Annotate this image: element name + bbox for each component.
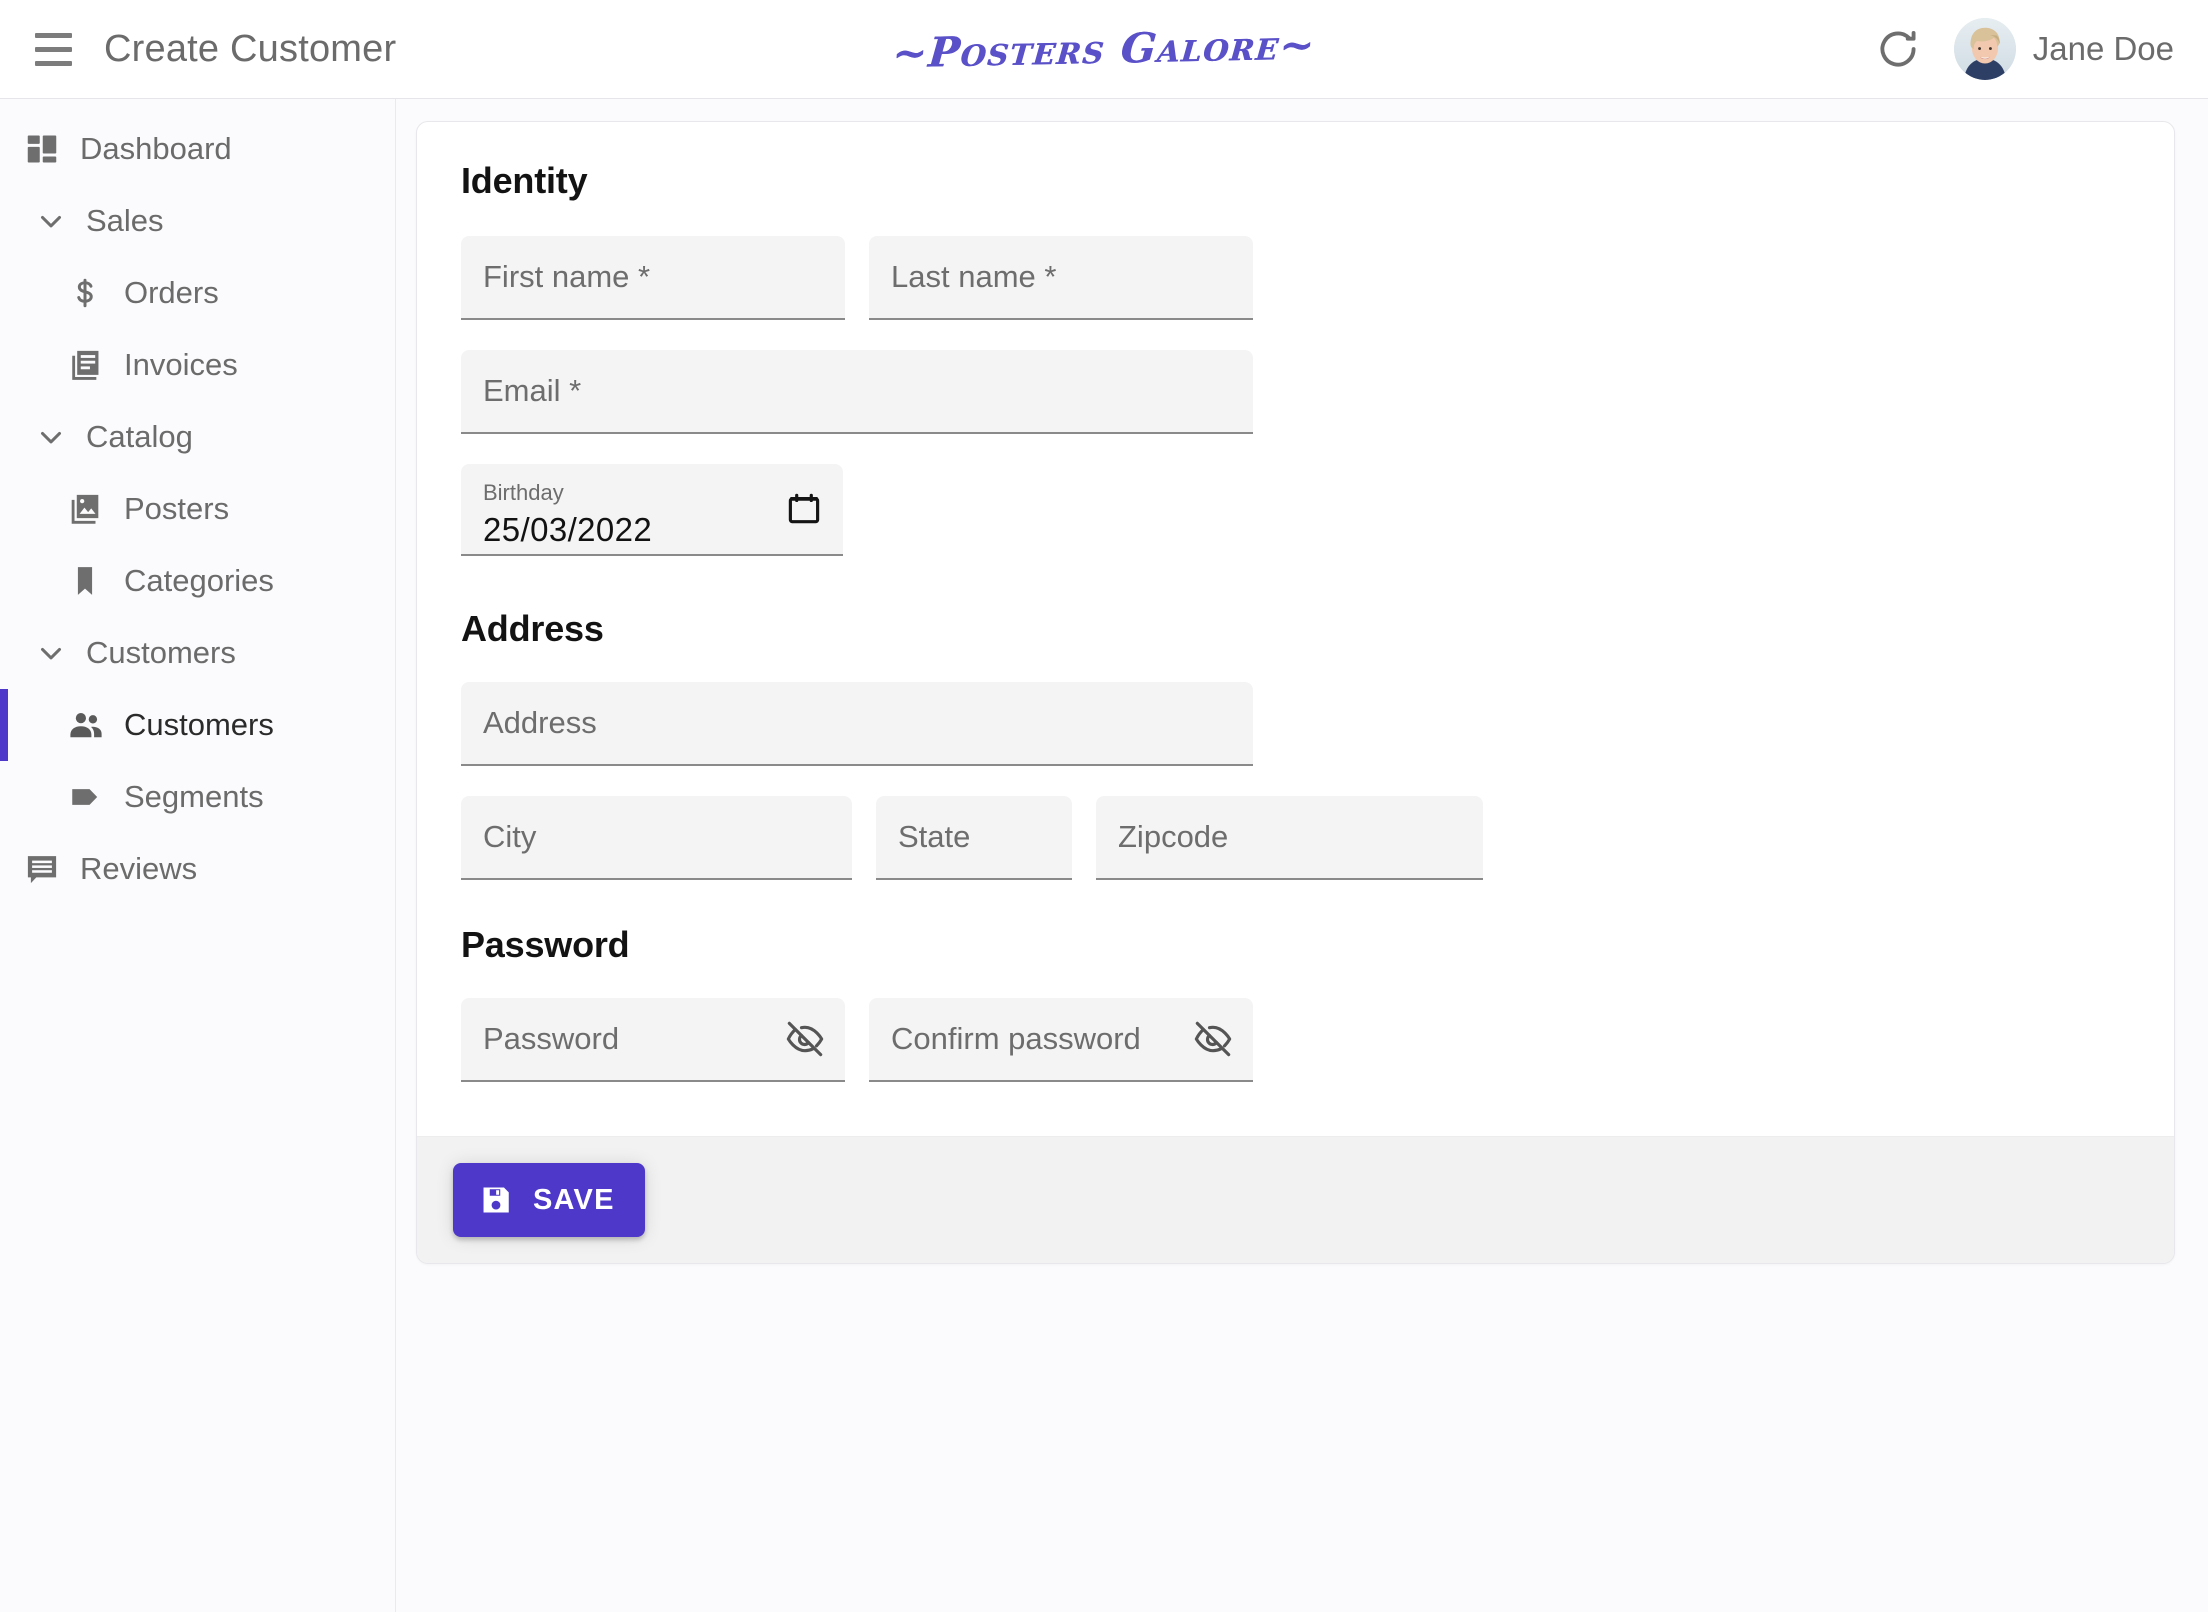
sidebar-item-posters[interactable]: Posters (0, 473, 395, 545)
sidebar-item-label: Segments (124, 779, 264, 815)
sidebar-item-label: Catalog (86, 419, 193, 455)
chevron-down-icon (34, 636, 86, 670)
city-field[interactable]: City (461, 796, 852, 880)
password-row: Password Confirm password (461, 998, 2130, 1082)
people-icon (68, 707, 124, 743)
last-name-field[interactable]: Last name * (869, 236, 1253, 320)
birthday-label: Birthday (483, 482, 564, 504)
email-label: Email * (483, 373, 581, 409)
sidebar-item-label: Dashboard (80, 131, 232, 167)
sidebar-item-dashboard[interactable]: Dashboard (0, 113, 395, 185)
city-state-zip-row: City State Zipcode (461, 796, 2130, 880)
first-name-field[interactable]: First name * (461, 236, 845, 320)
email-field[interactable]: Email * (461, 350, 1253, 434)
sidebar-item-label: Customers (86, 635, 236, 671)
user-name: Jane Doe (2033, 30, 2174, 68)
sidebar-group-catalog[interactable]: Catalog (0, 401, 395, 473)
sidebar-item-label: Invoices (124, 347, 238, 383)
last-name-label: Last name * (891, 259, 1056, 295)
state-label: State (898, 819, 970, 855)
sidebar-item-reviews[interactable]: Reviews (0, 833, 395, 905)
card-footer: SAVE (417, 1136, 2174, 1263)
save-button-label: SAVE (533, 1184, 615, 1217)
sidebar-item-orders[interactable]: Orders (0, 257, 395, 329)
hamburger-bar (35, 47, 72, 52)
city-label: City (483, 819, 536, 855)
chevron-down-icon (34, 420, 86, 454)
address-label: Address (483, 705, 597, 741)
zipcode-label: Zipcode (1118, 819, 1228, 855)
section-heading-password: Password (461, 924, 2130, 966)
bookmark-icon (68, 564, 124, 598)
chevron-down-icon (34, 204, 86, 238)
section-heading-address: Address (461, 608, 2130, 650)
eye-off-icon[interactable] (1193, 1019, 1233, 1059)
birthday-field[interactable]: Birthday 25/03/2022 (461, 464, 843, 556)
sidebar-item-label: Orders (124, 275, 219, 311)
sidebar-item-label: Customers (124, 707, 274, 743)
first-name-label: First name * (483, 259, 650, 295)
calendar-icon[interactable] (785, 490, 823, 528)
refresh-icon[interactable] (1872, 23, 1924, 75)
sidebar-item-label: Sales (86, 203, 164, 239)
sidebar-item-segments[interactable]: Segments (0, 761, 395, 833)
dollar-icon (68, 276, 124, 310)
sidebar-item-label: Posters (124, 491, 229, 527)
section-heading-identity: Identity (461, 160, 2130, 202)
dashboard-icon (24, 131, 80, 167)
sidebar-group-sales[interactable]: Sales (0, 185, 395, 257)
password-field[interactable]: Password (461, 998, 845, 1082)
sidebar: Dashboard Sales Orders (0, 99, 396, 1612)
app-root: Create Customer ~Posters Galore~ (0, 0, 2208, 1612)
email-row: Email * (461, 350, 2130, 434)
state-field[interactable]: State (876, 796, 1072, 880)
sidebar-item-invoices[interactable]: Invoices (0, 329, 395, 401)
top-app-bar: Create Customer ~Posters Galore~ (0, 0, 2208, 99)
create-customer-card: Identity First name * Last name * Email … (416, 121, 2175, 1264)
confirm-password-label: Confirm password (891, 1021, 1141, 1057)
password-label: Password (483, 1021, 619, 1057)
sidebar-item-label: Reviews (80, 851, 197, 887)
image-icon (68, 492, 124, 526)
comment-icon (24, 851, 80, 887)
birthday-row: Birthday 25/03/2022 (461, 464, 2130, 556)
user-menu[interactable]: Jane Doe (1954, 18, 2180, 80)
address-field[interactable]: Address (461, 682, 1253, 766)
top-bar-actions: Jane Doe (1872, 18, 2180, 80)
eye-off-icon[interactable] (785, 1019, 825, 1059)
sidebar-item-customers[interactable]: Customers (0, 689, 395, 761)
invoice-icon (68, 348, 124, 382)
brand-logo: ~Posters Galore~ (890, 21, 1317, 78)
sidebar-item-label: Categories (124, 563, 274, 599)
hamburger-menu-icon[interactable] (24, 20, 82, 78)
page-title: Create Customer (104, 28, 396, 71)
save-disk-icon (479, 1183, 513, 1217)
sidebar-item-categories[interactable]: Categories (0, 545, 395, 617)
hamburger-bar (35, 33, 72, 38)
address-row: Address (461, 682, 2130, 766)
body-wrap: Dashboard Sales Orders (0, 99, 2208, 1612)
birthday-value: 25/03/2022 (483, 513, 652, 546)
name-row: First name * Last name * (461, 236, 2130, 320)
main-content: Identity First name * Last name * Email … (396, 99, 2208, 1612)
zipcode-field[interactable]: Zipcode (1096, 796, 1483, 880)
tag-icon (68, 780, 124, 814)
avatar (1954, 18, 2016, 80)
hamburger-bar (35, 61, 72, 66)
confirm-password-field[interactable]: Confirm password (869, 998, 1253, 1082)
card-body: Identity First name * Last name * Email … (417, 122, 2174, 1136)
save-button[interactable]: SAVE (453, 1163, 645, 1237)
sidebar-group-customers[interactable]: Customers (0, 617, 395, 689)
